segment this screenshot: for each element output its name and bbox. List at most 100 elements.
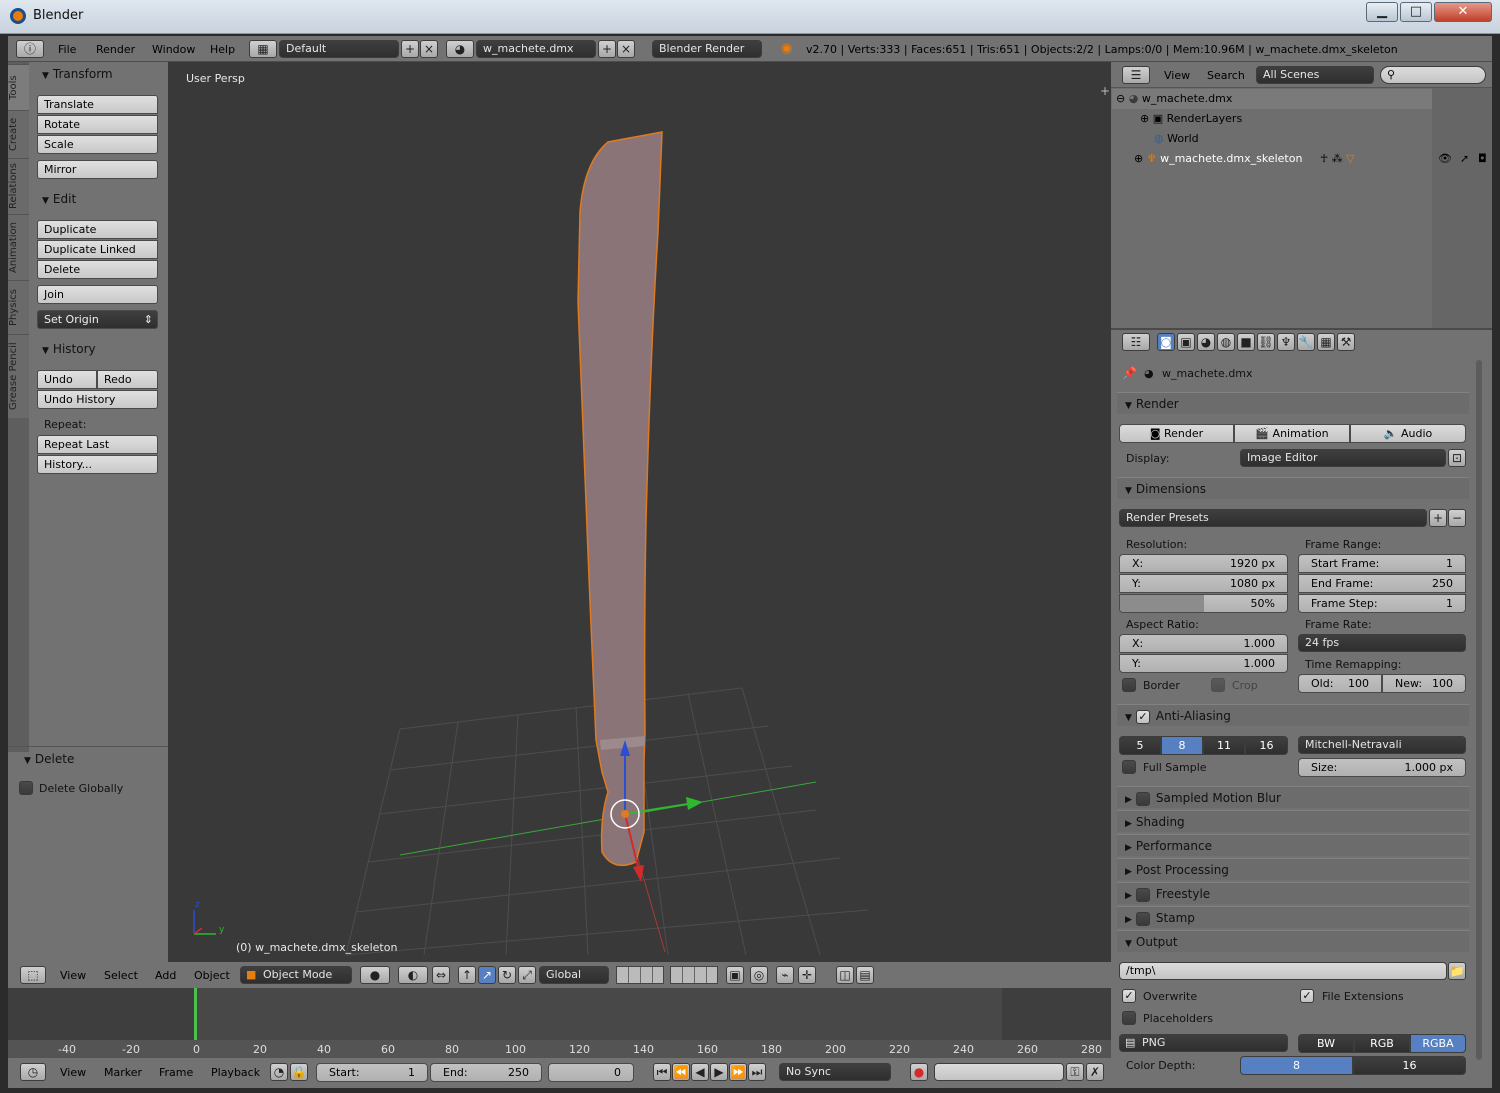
- history-button[interactable]: History...: [37, 455, 158, 474]
- constraints-tab-icon[interactable]: ⛓: [1257, 333, 1275, 351]
- world-tab-icon[interactable]: ◍: [1217, 333, 1235, 351]
- lock-interface-icon[interactable]: ⊡: [1448, 449, 1466, 467]
- color-mode-rgba[interactable]: RGBA: [1410, 1034, 1466, 1053]
- aa-filter-select[interactable]: Mitchell-Netravali: [1298, 736, 1466, 754]
- antialiasing-panel-header[interactable]: ▼ ✓ Anti-Aliasing: [1117, 704, 1469, 726]
- orientation-select[interactable]: Global: [539, 966, 609, 984]
- proportional-edit-icon[interactable]: ◎: [750, 966, 768, 984]
- outliner-menu-search[interactable]: Search: [1207, 69, 1245, 82]
- resolution-y-field[interactable]: Y: 1080 px: [1119, 574, 1288, 593]
- crop-checkbox[interactable]: [1211, 678, 1225, 692]
- render-still-icon[interactable]: ◫: [836, 966, 854, 984]
- timeline-ruler[interactable]: [8, 1040, 1111, 1058]
- maximize-button[interactable]: □: [1400, 2, 1432, 22]
- scale-button[interactable]: Scale: [37, 135, 158, 154]
- scene-filter-select[interactable]: All Scenes: [1256, 66, 1374, 84]
- menu-add[interactable]: Add: [155, 969, 176, 982]
- operator-panel-header[interactable]: ▼ Delete: [12, 749, 146, 769]
- aspect-y-field[interactable]: Y: 1.000: [1119, 654, 1288, 673]
- render-anim-icon[interactable]: ▤: [856, 966, 874, 984]
- end-frame-field[interactable]: End: 250: [430, 1063, 542, 1082]
- animation-button[interactable]: 🎬 Animation: [1234, 424, 1350, 443]
- aa-samples-11[interactable]: 11: [1203, 736, 1245, 755]
- display-select[interactable]: Image Editor: [1240, 449, 1446, 467]
- insert-keyframe-icon[interactable]: ⚿: [1066, 1063, 1084, 1081]
- add-preset-icon[interactable]: +: [1429, 509, 1447, 527]
- snap-icon[interactable]: ⌁: [776, 966, 794, 984]
- transform-panel-header[interactable]: ▼ Transform: [30, 64, 164, 84]
- record-icon[interactable]: ●: [910, 1063, 928, 1081]
- history-panel-header[interactable]: ▼ History: [30, 339, 164, 359]
- pin-icon[interactable]: 📌: [1122, 366, 1137, 380]
- menu-render[interactable]: Render: [96, 43, 135, 56]
- set-origin-select[interactable]: Set Origin ⇕: [37, 310, 158, 329]
- undo-button[interactable]: Undo: [37, 370, 97, 389]
- color-depth-16[interactable]: 16: [1353, 1056, 1466, 1075]
- full-sample-checkbox[interactable]: [1122, 760, 1136, 774]
- menu-file[interactable]: File: [58, 43, 76, 56]
- end-frame-prop-field[interactable]: End Frame: 250: [1298, 574, 1466, 593]
- menu-window[interactable]: Window: [152, 43, 195, 56]
- menu-frame[interactable]: Frame: [159, 1066, 193, 1079]
- outliner-menu-view[interactable]: View: [1164, 69, 1190, 82]
- menu-playback[interactable]: Playback: [211, 1066, 260, 1079]
- menu-marker[interactable]: Marker: [104, 1066, 142, 1079]
- scene-tab-icon[interactable]: ◕: [1197, 333, 1215, 351]
- scene-icon[interactable]: ◕: [446, 40, 474, 58]
- add-scene-icon[interactable]: +: [598, 40, 616, 58]
- aa-size-field[interactable]: Size: 1.000 px: [1298, 758, 1466, 777]
- render-button[interactable]: ◙ Render: [1119, 424, 1234, 443]
- file-extensions-checkbox[interactable]: ✓: [1300, 989, 1314, 1003]
- bone-tab-icon[interactable]: ⚒: [1337, 333, 1355, 351]
- add-layout-icon[interactable]: +: [401, 40, 419, 58]
- repeat-last-button[interactable]: Repeat Last: [37, 435, 158, 454]
- duplicate-linked-button[interactable]: Duplicate Linked: [37, 240, 158, 259]
- info-editor-icon[interactable]: ⓘ: [16, 40, 44, 58]
- outliner-row-skeleton[interactable]: ⊕ ♆ w_machete.dmx_skeleton ☥ ⁂ ▽ 👁 ➚ ◘: [1112, 149, 1492, 169]
- time-remap-old-field[interactable]: Old: 100: [1298, 674, 1382, 693]
- close-button[interactable]: ✕: [1434, 2, 1492, 22]
- freestyle-panel-header[interactable]: ▶ Freestyle: [1117, 882, 1469, 904]
- tab-grease-pencil[interactable]: Grease Pencil: [8, 334, 29, 418]
- placeholders-checkbox[interactable]: [1122, 1011, 1136, 1025]
- performance-panel-header[interactable]: ▶ Performance: [1117, 834, 1469, 856]
- render-panel-header[interactable]: ▼ Render: [1117, 392, 1469, 414]
- remove-preset-icon[interactable]: −: [1448, 509, 1466, 527]
- outliner-row-scene[interactable]: ⊖ ◕ w_machete.dmx: [1112, 89, 1432, 109]
- time-remap-new-field[interactable]: New: 100: [1382, 674, 1466, 693]
- editor-type-icon[interactable]: ⬚: [20, 966, 46, 984]
- tab-physics[interactable]: Physics: [8, 280, 29, 334]
- scene-canvas[interactable]: z y +: [168, 62, 1111, 962]
- renderlayers-tab-icon[interactable]: ▣: [1177, 333, 1195, 351]
- object-mode-select[interactable]: ■ Object Mode: [240, 966, 352, 984]
- outliner-editor-icon[interactable]: ☰: [1122, 66, 1150, 84]
- outliner-row-renderlayers[interactable]: ⊕ ▣ RenderLayers: [1112, 109, 1432, 129]
- tab-animation[interactable]: Animation: [8, 214, 29, 280]
- lock-icon[interactable]: 🔒: [290, 1063, 308, 1081]
- delete-globally-checkbox[interactable]: [19, 781, 33, 795]
- color-depth-8[interactable]: 8: [1240, 1056, 1353, 1075]
- render-engine-select[interactable]: Blender Render: [652, 40, 762, 58]
- resolution-percentage-slider[interactable]: 50%: [1119, 594, 1288, 613]
- mirror-button[interactable]: Mirror: [37, 160, 158, 179]
- scale-manipulator-icon[interactable]: ⤢: [518, 966, 536, 984]
- preview-range-icon[interactable]: ◔: [270, 1063, 288, 1081]
- move-manipulator-icon[interactable]: ↗: [478, 966, 496, 984]
- undo-history-button[interactable]: Undo History: [37, 390, 158, 409]
- output-path-input[interactable]: /tmp\: [1119, 962, 1447, 980]
- current-frame-field[interactable]: 0: [548, 1063, 634, 1082]
- play-icon[interactable]: ▶: [710, 1063, 728, 1081]
- screen-layout-icon[interactable]: ▦: [249, 40, 277, 58]
- render-presets-select[interactable]: Render Presets: [1119, 509, 1427, 527]
- timeline-editor-icon[interactable]: ◷: [20, 1063, 46, 1081]
- redo-button[interactable]: Redo: [97, 370, 158, 389]
- stamp-panel-header[interactable]: ▶ Stamp: [1117, 906, 1469, 928]
- jump-start-icon[interactable]: ⏮: [653, 1063, 671, 1081]
- layers-a-icon[interactable]: [616, 966, 664, 984]
- armature-tab-icon[interactable]: ♆: [1277, 333, 1295, 351]
- aa-samples-16[interactable]: 16: [1245, 736, 1288, 755]
- motion-blur-panel-header[interactable]: ▶ Sampled Motion Blur: [1117, 786, 1469, 808]
- antialiasing-checkbox[interactable]: ✓: [1135, 709, 1150, 724]
- play-reverse-icon[interactable]: ◀: [691, 1063, 709, 1081]
- dimensions-panel-header[interactable]: ▼ Dimensions: [1117, 477, 1469, 499]
